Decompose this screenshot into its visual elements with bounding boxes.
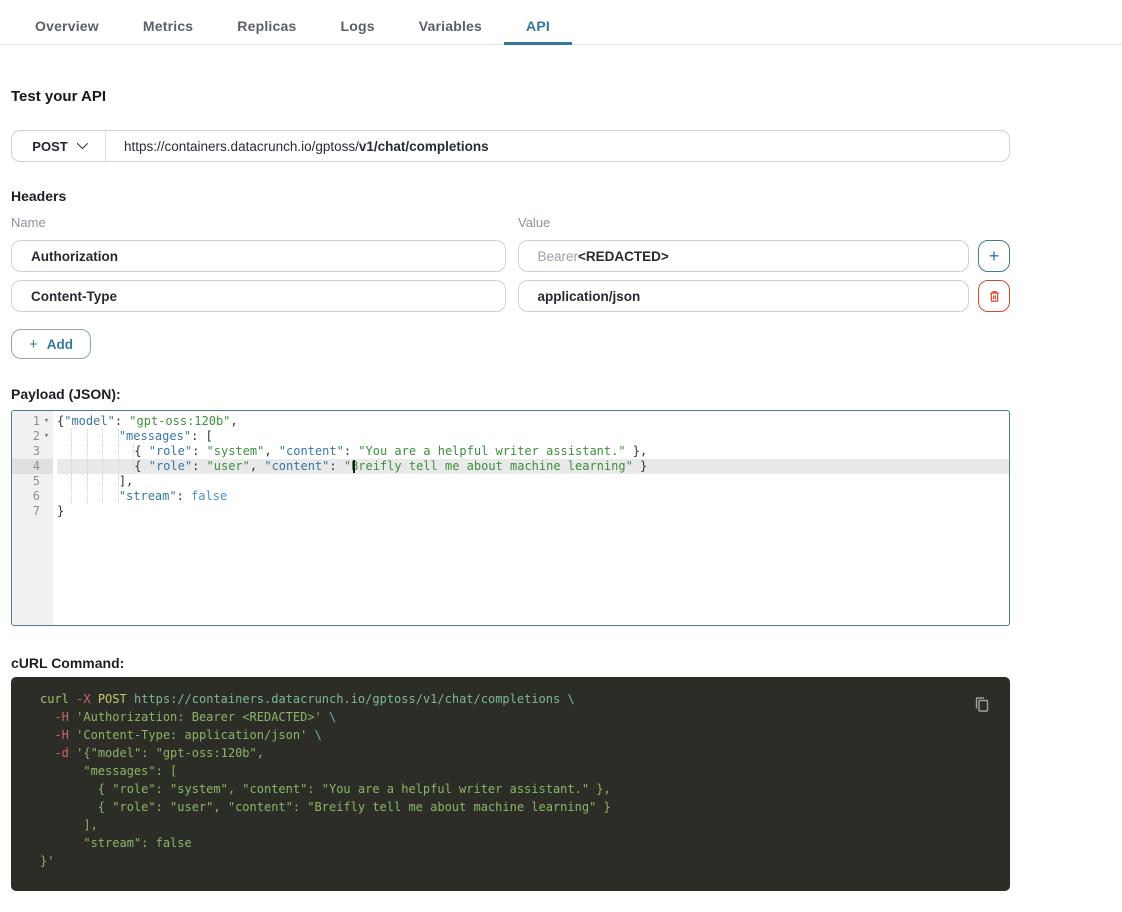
code-line: { "role": "system", "content": "You are … <box>57 444 1009 459</box>
tab-metrics[interactable]: Metrics <box>121 9 215 45</box>
add-header-row-button[interactable]: + <box>978 240 1010 272</box>
text-cursor <box>353 460 355 473</box>
request-url-bar: POST https://containers.datacrunch.io/gp… <box>11 130 1010 162</box>
header-row: Content-Type application/json <box>11 280 1010 312</box>
method-value: POST <box>32 138 68 154</box>
code-line: {"model": "gpt-oss:120b", <box>57 414 238 428</box>
add-header-button[interactable]: + Add <box>11 329 92 359</box>
copy-icon <box>975 697 989 712</box>
url-base: https://containers.datacrunch.io/gptoss/ <box>124 138 359 154</box>
value-column-label: Value <box>518 215 551 230</box>
header-row: Authorization Bearer <REDACTED> + <box>11 240 1010 272</box>
tab-logs[interactable]: Logs <box>318 9 396 45</box>
add-button-label: Add <box>46 336 74 352</box>
fold-arrow-icon <box>40 444 53 459</box>
fold-arrow-icon[interactable]: ▾ <box>40 414 53 429</box>
code-line: "messages": [ <box>57 429 1009 444</box>
editor-code-area[interactable]: {"model": "gpt-oss:120b", "messages": [ … <box>53 411 1009 625</box>
fold-arrow-icon[interactable]: ▾ <box>40 429 53 444</box>
url-input[interactable]: https://containers.datacrunch.io/gptoss/… <box>106 131 1009 161</box>
payload-section-title: Payload (JSON): <box>11 386 121 402</box>
fold-arrow-icon <box>40 474 53 489</box>
curl-section-title: cURL Command: <box>11 655 125 671</box>
header-value-input[interactable]: Bearer <REDACTED> <box>517 240 970 272</box>
tab-bar: Overview Metrics Replicas Logs Variables API <box>0 0 1122 45</box>
editor-gutter: 1 ▾ 2 ▾ 3 4 5 6 7 <box>12 411 53 625</box>
api-panel: Test your API POST https://containers.da… <box>11 88 1010 891</box>
tab-overview[interactable]: Overview <box>13 9 121 45</box>
url-path: v1/chat/completions <box>358 138 489 154</box>
plus-icon: + <box>988 246 1000 266</box>
copy-button[interactable] <box>971 694 993 716</box>
line-number: 3 <box>12 444 53 459</box>
line-number: 2 ▾ <box>12 429 53 444</box>
code-line: } <box>57 504 65 518</box>
delete-header-row-button[interactable] <box>978 280 1010 312</box>
line-number: 7 <box>12 504 53 519</box>
method-dropdown[interactable]: POST <box>12 131 106 161</box>
curl-command-text: curl -X POST https://containers.datacrun… <box>40 692 611 868</box>
fold-arrow-icon <box>40 459 53 474</box>
fold-arrow-icon <box>40 504 53 519</box>
plus-icon: + <box>29 335 38 353</box>
line-number: 6 <box>12 489 53 504</box>
line-number: 4 <box>12 459 53 474</box>
chevron-down-icon <box>76 137 88 149</box>
trash-icon <box>989 290 999 302</box>
fold-arrow-icon <box>40 489 53 504</box>
code-line: { "role": "user", "content": "Breifly te… <box>57 459 1009 474</box>
header-value-input[interactable]: application/json <box>517 280 970 312</box>
curl-command-block: curl -X POST https://containers.datacrun… <box>11 677 1010 891</box>
name-column-label: Name <box>11 215 46 230</box>
tab-api[interactable]: API <box>504 9 572 45</box>
code-line: "stream": false <box>57 489 1009 504</box>
header-name-input[interactable]: Authorization <box>11 240 506 272</box>
code-line: ], <box>57 474 1009 489</box>
tab-replicas[interactable]: Replicas <box>215 9 318 45</box>
header-column-labels: Name Value <box>11 215 1010 230</box>
line-number: 5 <box>12 474 53 489</box>
header-rows: Authorization Bearer <REDACTED> + Content-T… <box>11 240 1010 312</box>
line-number: 1 ▾ <box>12 414 53 429</box>
headers-section-title: Headers <box>11 188 67 204</box>
tab-variables[interactable]: Variables <box>397 9 504 45</box>
page-title: Test your API <box>11 88 107 105</box>
header-name-input[interactable]: Content-Type <box>11 280 506 312</box>
payload-editor[interactable]: 1 ▾ 2 ▾ 3 4 5 6 7 {"model": "gpt-oss:120b", "mes… <box>11 410 1010 626</box>
